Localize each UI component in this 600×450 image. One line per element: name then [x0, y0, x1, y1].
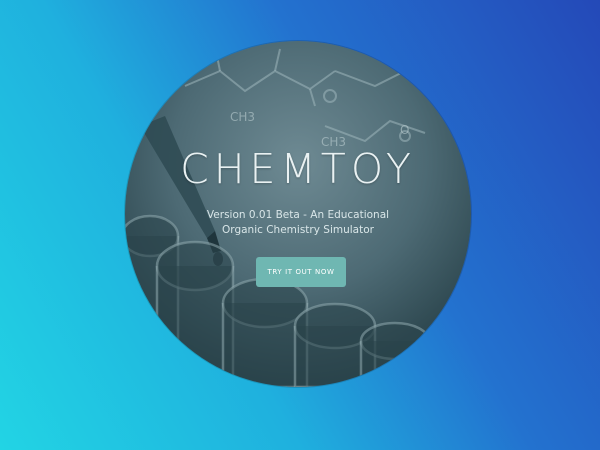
test-tubes-illustration — [125, 214, 471, 387]
app-title: CHEMTOY — [180, 145, 416, 193]
molecule-structure-overlay — [184, 45, 426, 143]
try-it-out-button[interactable]: TRY IT OUT NOW — [256, 257, 346, 287]
molecule-label-o: O — [400, 123, 409, 137]
app-subtitle: Version 0.01 Beta - An Educational Organ… — [206, 209, 390, 236]
molecule-label-ch3-1: CH3 — [230, 110, 255, 124]
hero-circle: CH3 CH3 O CHEMTOY Version 0.01 Beta - An… — [125, 41, 471, 387]
